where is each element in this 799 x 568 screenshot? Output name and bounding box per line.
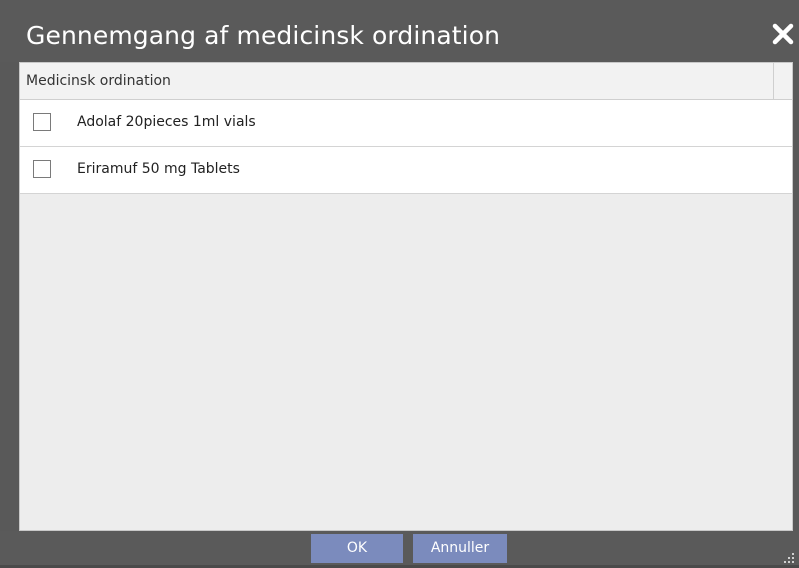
dialog-footer: OK Annuller: [0, 531, 799, 565]
cancel-button[interactable]: Annuller: [413, 534, 507, 563]
medication-list-panel: Medicinsk ordination Adolaf 20pieces 1ml…: [19, 62, 793, 531]
ok-button[interactable]: OK: [311, 534, 403, 563]
item-checkbox[interactable]: [33, 113, 51, 131]
list-item[interactable]: Adolaf 20pieces 1ml vials: [20, 100, 792, 147]
list-header: Medicinsk ordination: [20, 63, 792, 100]
dialog-title: Gennemgang af medicinsk ordination: [26, 21, 501, 50]
item-checkbox[interactable]: [33, 160, 51, 178]
dialog-titlebar: Gennemgang af medicinsk ordination: [0, 0, 799, 62]
item-label: Adolaf 20pieces 1ml vials: [77, 114, 256, 130]
header-divider: [773, 63, 774, 99]
column-header-medication-order: Medicinsk ordination: [26, 73, 171, 89]
item-label: Eriramuf 50 mg Tablets: [77, 161, 240, 177]
resize-grip-icon[interactable]: [783, 549, 795, 563]
medication-review-dialog: Gennemgang af medicinsk ordination Medic…: [0, 0, 799, 565]
list-item[interactable]: Eriramuf 50 mg Tablets: [20, 147, 792, 194]
close-icon[interactable]: [769, 20, 797, 48]
